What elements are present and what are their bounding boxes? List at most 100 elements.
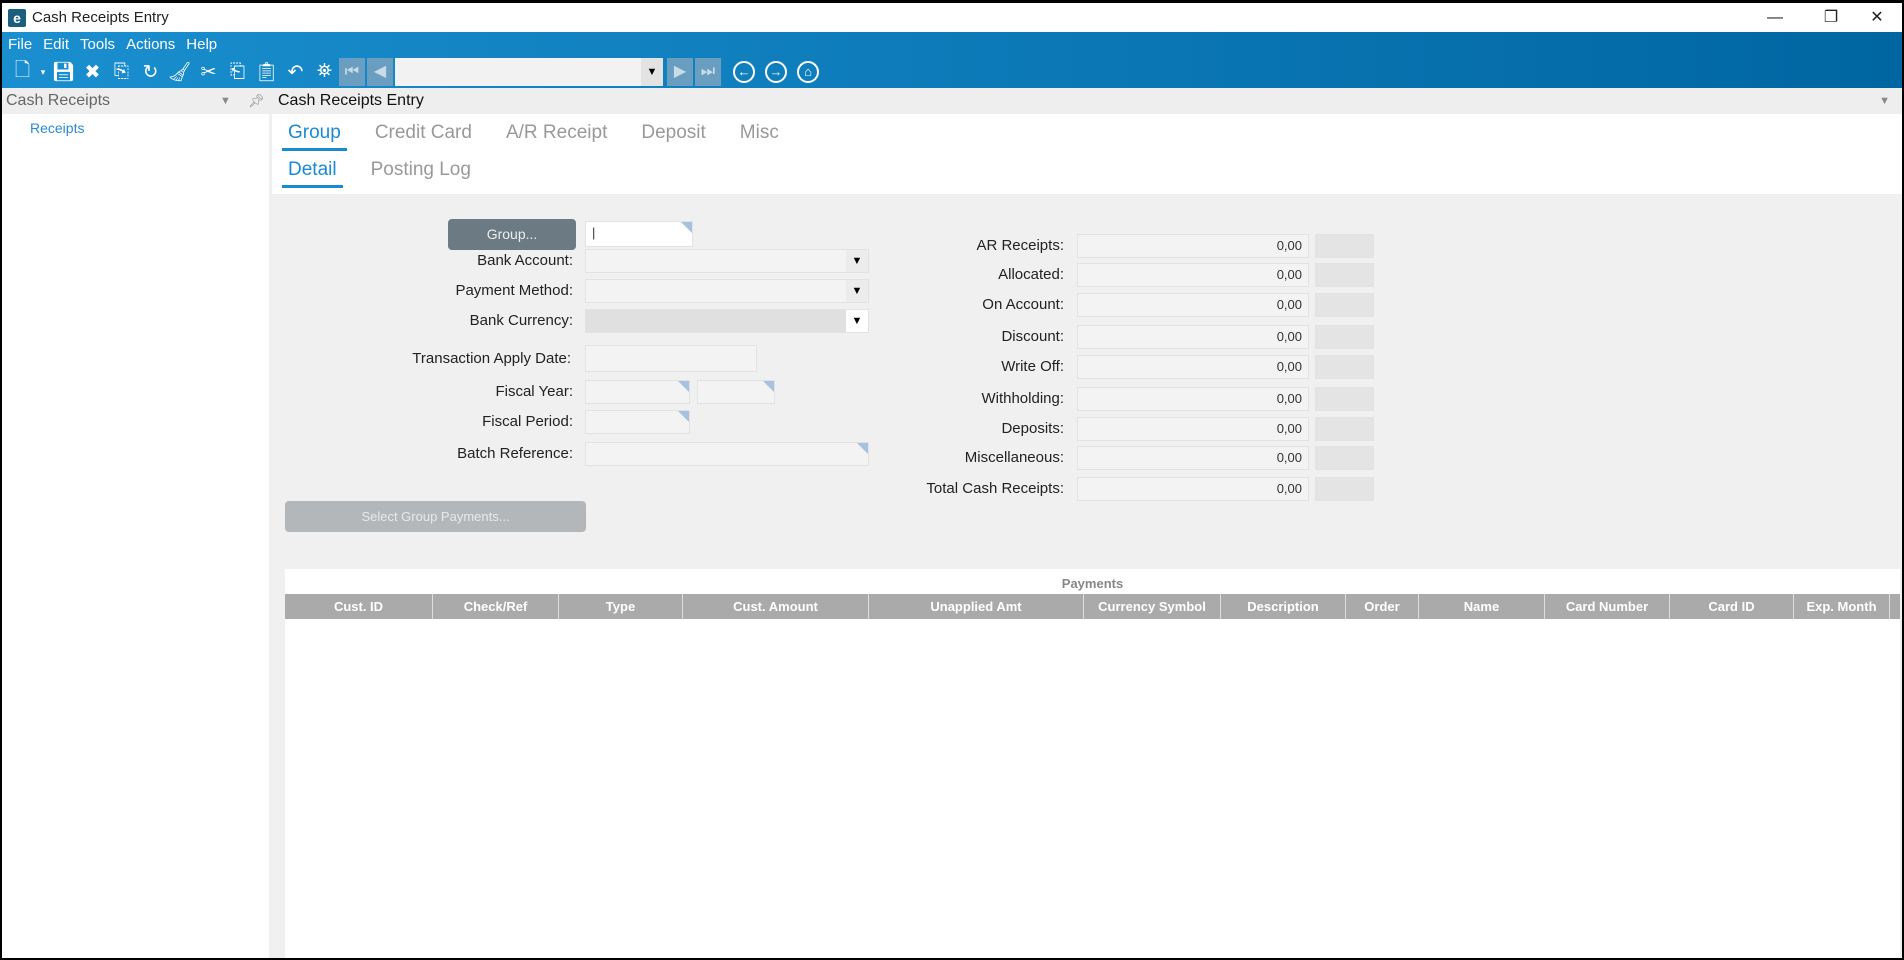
refresh-icon[interactable]: ↻ (136, 61, 165, 84)
clear-icon[interactable]: 🧹︎ (165, 60, 194, 84)
column-header[interactable]: Card Number (1545, 594, 1670, 619)
copy-icon[interactable]: ⎘ (107, 61, 136, 83)
tab-group[interactable]: Group (282, 122, 347, 151)
find-icon[interactable]: ⛯ (310, 61, 339, 83)
total-label: Discount: (1001, 328, 1064, 345)
batch-reference-label: Batch Reference: (457, 445, 573, 462)
column-header[interactable]: Card ID (1670, 594, 1794, 619)
total-label: Deposits: (1001, 420, 1064, 437)
total-label: Withholding: (981, 390, 1064, 407)
forward-icon[interactable]: → (765, 61, 787, 83)
total-value-field: 0,00 (1077, 417, 1309, 441)
total-value-field: 0,00 (1077, 446, 1309, 470)
back-icon[interactable]: ← (733, 61, 755, 83)
paste-icon[interactable]: 📋︎ (252, 60, 281, 84)
total-extra-field (1315, 446, 1374, 470)
home-icon[interactable]: ⌂ (797, 61, 819, 83)
menu-actions[interactable]: Actions (126, 36, 175, 53)
pin-icon[interactable]: 📌︎ (248, 93, 265, 109)
previous-record-icon[interactable]: ◀ (367, 58, 393, 86)
column-header[interactable]: Currency Symbol (1084, 594, 1221, 619)
payments-title: Payments (1061, 576, 1124, 591)
total-value: 0,00 (1276, 481, 1302, 496)
tab-misc[interactable]: Misc (734, 122, 785, 151)
cut-icon[interactable]: ✂ (194, 61, 223, 84)
total-extra-field (1315, 234, 1374, 258)
payments-header: Cust. ID Check/Ref Type Cust. Amount Unappli… (285, 594, 1900, 619)
tab-detail[interactable]: Detail (282, 159, 343, 188)
total-extra-field (1315, 387, 1374, 411)
delete-icon[interactable]: ✖ (78, 61, 107, 84)
total-value: 0,00 (1276, 391, 1302, 406)
tab-ar-receipt[interactable]: A/R Receipt (500, 122, 613, 151)
menu-bar: File Edit Tools Actions Help (2, 32, 1902, 56)
total-label: Miscellaneous: (964, 449, 1064, 466)
column-header[interactable]: Check/Ref (433, 594, 559, 619)
left-item-receipts[interactable]: Receipts (2, 114, 269, 136)
column-header[interactable]: Unapplied Amt (869, 594, 1084, 619)
first-record-icon[interactable]: ⏮ (339, 58, 365, 86)
tab-area: Group Credit Card A/R Receipt Deposit Mi… (272, 114, 1902, 194)
save-icon[interactable]: 💾︎ (49, 60, 78, 84)
column-header[interactable]: Type (559, 594, 683, 619)
sub-tabs: Detail Posting Log (282, 159, 499, 188)
tab-posting-log[interactable]: Posting Log (365, 159, 477, 188)
group-input[interactable]: | (585, 221, 693, 247)
chevron-down-icon[interactable]: ▼ (846, 250, 868, 272)
chevron-down-icon[interactable]: ▼ (1879, 95, 1890, 107)
close-button[interactable]: ✕ (1854, 3, 1900, 32)
total-extra-field (1315, 263, 1374, 287)
fiscal-period-input[interactable] (585, 410, 690, 434)
chevron-down-icon[interactable]: ▼ (641, 58, 663, 86)
new-icon[interactable]: 🗋 (8, 56, 37, 88)
record-select[interactable]: ▼ (395, 58, 663, 86)
column-header[interactable]: Order (1346, 594, 1419, 619)
title-bar: e Cash Receipts Entry — ❐ ✕ (2, 3, 1902, 32)
total-value: 0,00 (1276, 359, 1302, 374)
tab-credit-card[interactable]: Credit Card (369, 122, 478, 151)
chevron-down-icon[interactable]: ▼ (846, 280, 868, 302)
left-panel-header: Cash Receipts ▼ 📌︎ (2, 88, 269, 114)
tab-deposit[interactable]: Deposit (635, 122, 711, 151)
total-value-field: 0,00 (1077, 234, 1309, 258)
total-value-field: 0,00 (1077, 477, 1309, 501)
total-value: 0,00 (1276, 450, 1302, 465)
column-header[interactable]: Name (1419, 594, 1545, 619)
undo-icon[interactable]: ↶ (281, 61, 310, 84)
batch-reference-input[interactable] (585, 442, 869, 466)
payment-method-select[interactable]: ▼ (585, 279, 869, 303)
bank-currency-select[interactable]: ▼ (585, 309, 869, 333)
menu-file[interactable]: File (8, 36, 32, 53)
chevron-down-icon[interactable]: ▼ (846, 310, 868, 332)
total-value-field: 0,00 (1077, 355, 1309, 379)
copy-doc-icon[interactable]: ⎗ (223, 61, 252, 83)
bank-account-select[interactable]: ▼ (585, 249, 869, 273)
chevron-down-icon[interactable]: ▼ (220, 95, 231, 107)
column-header[interactable]: Cust. Amount (683, 594, 869, 619)
column-header[interactable]: Exp. Month (1794, 594, 1890, 619)
total-value-field: 0,00 (1077, 293, 1309, 317)
total-extra-field (1315, 355, 1374, 379)
restore-button[interactable]: ❐ (1808, 3, 1854, 32)
next-record-icon[interactable]: ▶ (667, 58, 693, 86)
last-record-icon[interactable]: ⏭ (695, 58, 721, 86)
select-group-payments-button[interactable]: Select Group Payments... (285, 501, 586, 532)
main-title: Cash Receipts Entry (278, 92, 424, 109)
app-window: e Cash Receipts Entry — ❐ ✕ File Edit To… (0, 0, 1904, 960)
bank-account-label: Bank Account: (477, 252, 573, 269)
transaction-apply-date-input[interactable] (585, 345, 757, 372)
new-dropdown-icon[interactable]: ▾ (37, 67, 49, 78)
column-header[interactable]: Cust. ID (285, 594, 433, 619)
menu-help[interactable]: Help (186, 36, 217, 53)
bank-currency-label: Bank Currency: (469, 312, 573, 329)
column-header[interactable]: Description (1221, 594, 1346, 619)
menu-toolbar: File Edit Tools Actions Help 🗋 ▾ 💾︎ ✖ ⎘ … (2, 32, 1902, 88)
left-panel: Cash Receipts ▼ 📌︎ Receipts (2, 88, 269, 958)
menu-tools[interactable]: Tools (80, 36, 115, 53)
group-button[interactable]: Group... (448, 219, 576, 250)
total-value-field: 0,00 (1077, 325, 1309, 349)
fiscal-year-period-input[interactable] (697, 380, 775, 404)
fiscal-year-input[interactable] (585, 380, 690, 404)
menu-edit[interactable]: Edit (43, 36, 69, 53)
minimize-button[interactable]: — (1752, 3, 1798, 32)
